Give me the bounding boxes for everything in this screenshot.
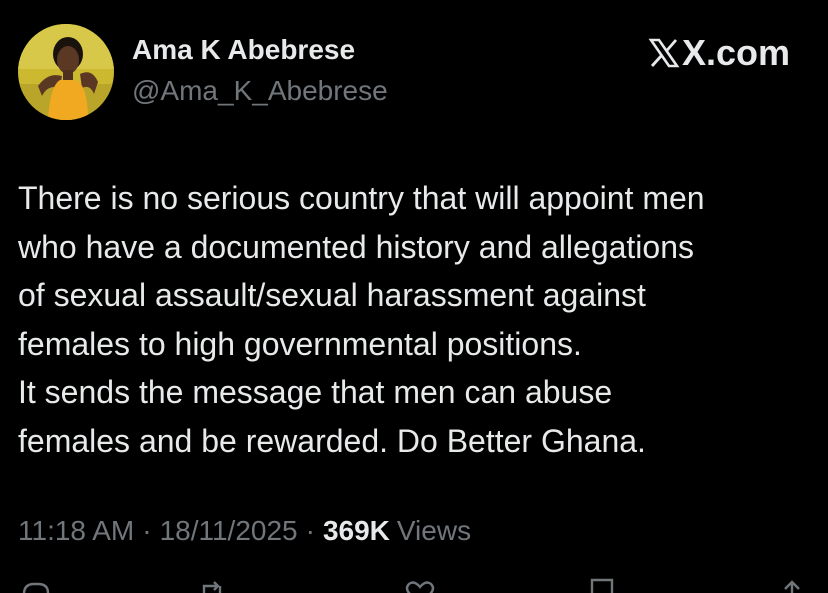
tweet-time[interactable]: 11:18 AM <box>18 515 134 547</box>
bookmark-icon <box>590 578 614 593</box>
author-handle[interactable]: @Ama_K_Abebrese <box>132 75 388 107</box>
avatar[interactable] <box>18 24 114 120</box>
brand-text: X.com <box>681 32 790 73</box>
tweet-text: There is no serious country that will ap… <box>18 174 818 465</box>
like-icon <box>405 581 435 593</box>
action-bar <box>0 578 828 593</box>
views-count: 369K <box>322 515 390 546</box>
author-name[interactable]: Ama K Abebrese <box>132 34 355 66</box>
meta-separator: · <box>305 515 315 546</box>
tweet-line: of sexual assault/sexual harassment agai… <box>18 277 646 313</box>
x-logo-icon <box>648 38 680 68</box>
tweet-meta: 11:18 AM · 18/11/2025 · 369K Views <box>18 515 471 547</box>
tweet-line: females to high governmental positions. <box>18 325 582 362</box>
views-label: Views <box>396 515 472 546</box>
tweet-line: There is no serious country that will ap… <box>18 180 705 216</box>
bookmark-button[interactable] <box>586 578 618 593</box>
share-icon <box>784 580 800 593</box>
reply-button[interactable] <box>20 578 52 593</box>
tweet-line: It sends the message that men can abuse <box>18 374 613 410</box>
tweet-line: females and be rewarded. Do Better Ghana… <box>18 422 646 459</box>
reply-icon <box>22 582 50 593</box>
retweet-icon <box>202 581 222 593</box>
like-button[interactable] <box>404 578 436 593</box>
tweet-line: who have a documented history and allega… <box>18 228 694 265</box>
retweet-button[interactable] <box>196 578 228 593</box>
share-button[interactable] <box>776 578 808 593</box>
tweet-card: Ama K Abebrese @Ama_K_Abebrese X.com The… <box>0 0 828 593</box>
tweet-date[interactable]: 18/11/2025 <box>160 515 298 547</box>
meta-separator: · <box>142 515 152 546</box>
brand-watermark: X.com <box>648 32 790 73</box>
avatar-image <box>18 24 114 120</box>
